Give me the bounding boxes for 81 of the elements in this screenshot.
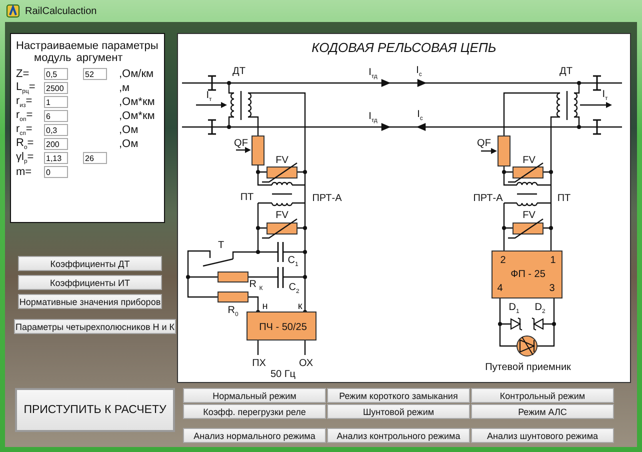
mode-button[interactable]: Режим короткого замыкания xyxy=(327,388,470,403)
circuit-label: ПТ xyxy=(557,194,571,204)
circuit-label: R $_{К}$ xyxy=(249,280,263,292)
circuit-label: ПЧ - 50/25 xyxy=(259,323,307,333)
circuit-label: ДТ xyxy=(560,67,572,77)
unit-label: ,Ом/км xyxy=(119,68,154,80)
circuit-label: 4 xyxy=(497,284,503,294)
circuit-label: Т xyxy=(218,241,224,251)
unit-label: ,Ом*км xyxy=(119,96,155,108)
diagram-title: КОДОВАЯ РЕЛЬСОВАЯ ЦЕПЬ xyxy=(310,40,498,55)
circuit-label: н xyxy=(262,302,268,312)
circuit-label: I$_{с}$ xyxy=(416,66,422,78)
side-button[interactable]: Коэффициенты ДТ xyxy=(18,256,162,271)
mode-button[interactable]: Режим АЛС xyxy=(471,404,614,419)
circuit-label: ОХ xyxy=(299,359,313,369)
mode-button[interactable]: Нормальный режим xyxy=(183,388,326,403)
argument-field[interactable]: 26 xyxy=(83,152,107,164)
parameter-label: m= xyxy=(16,166,33,178)
circuit-label: ПХ xyxy=(252,359,266,369)
circuit-label: D$_{2}$ xyxy=(534,303,546,315)
mode-button[interactable]: Контрольный режим xyxy=(471,388,614,403)
circuit-label: ПРТ-А xyxy=(312,194,342,204)
circuit-label: FV xyxy=(276,156,288,166)
panel-title: Настраиваемые параметры xyxy=(16,40,160,52)
column-heading: модуль xyxy=(34,52,72,64)
circuit-label: 1 xyxy=(550,256,556,266)
module-field[interactable]: 2500 xyxy=(44,82,68,94)
module-field[interactable]: 1 xyxy=(44,96,68,108)
analysis-button[interactable]: Анализ контрольного режима xyxy=(327,428,470,443)
circuit-label: к xyxy=(298,302,302,312)
column-heading: аргумент xyxy=(76,52,123,64)
circuit-label: I$_{тд}$ xyxy=(368,68,378,80)
circuit-label: C$_{2}$ xyxy=(288,283,300,295)
circuit-label: Путевой приемник xyxy=(485,363,571,373)
module-field[interactable]: 0,3 xyxy=(44,124,68,136)
module-field[interactable]: 200 xyxy=(44,138,68,150)
circuit-label: ДТ xyxy=(232,67,246,77)
side-button[interactable]: Коэффициенты ИТ xyxy=(18,275,162,290)
module-field[interactable]: 1,13 xyxy=(44,152,68,164)
unit-label: ,Ом xyxy=(119,138,138,150)
argument-field[interactable]: 52 xyxy=(83,68,107,80)
unit-label: ,Ом*км xyxy=(119,110,155,122)
analysis-button[interactable]: Анализ нормального режима xyxy=(183,428,326,443)
circuit-label: I$_{тд}$ xyxy=(368,112,378,124)
parameter-label: r$_{из}$= xyxy=(16,94,34,110)
window-title: RailCalculaction xyxy=(25,6,97,16)
circuit-label: I$_{т}$ xyxy=(206,91,212,103)
analysis-button[interactable]: Анализ шунтового режима xyxy=(471,428,614,443)
module-field[interactable]: 0 xyxy=(44,166,68,178)
circuit-label: R$_{0}$ xyxy=(228,306,238,318)
circuit-label: I$_{с}$ xyxy=(417,110,423,122)
module-field[interactable]: 6 xyxy=(44,110,68,122)
app-icon xyxy=(6,4,20,18)
circuit-label: ПРТ-А xyxy=(473,194,503,204)
parameter-label: R$_{о}$= xyxy=(16,136,35,152)
circuit-label: C$_{1}$ xyxy=(288,256,298,268)
parameter-label: L$_{рц}$= xyxy=(16,80,36,96)
circuit-label: 3 xyxy=(549,284,555,294)
parameter-label: r$_{оп}$= xyxy=(16,108,34,124)
side-button[interactable]: Параметры четырехполюсников Н и К xyxy=(14,319,176,334)
circuit-label: ФП - 25 xyxy=(510,270,546,280)
side-button[interactable]: Нормативные значения приборов xyxy=(18,294,162,309)
circuit-label: ПТ xyxy=(240,193,254,203)
unit-label: ,м xyxy=(119,82,130,94)
circuit-label: 2 xyxy=(500,256,506,266)
unit-label: ,Ом xyxy=(119,124,138,136)
circuit-label: 50 Гц xyxy=(270,370,296,380)
mode-button[interactable]: Коэфф. перегрузки реле xyxy=(183,404,326,419)
circuit-label: FV xyxy=(522,156,536,166)
circuit-label: FV xyxy=(276,211,288,221)
circuit-label: D$_{1}$ xyxy=(508,303,520,315)
start-button[interactable]: ПРИСТУПИТЬ К РАСЧЕТУ xyxy=(15,388,175,432)
circuit-label: QF xyxy=(234,139,248,149)
parameter-label: Z= xyxy=(16,68,30,80)
parameter-label: r$_{сп}$= xyxy=(16,122,34,138)
circuit-label: FV xyxy=(522,211,536,221)
parameter-label: γl$_{р}$= xyxy=(16,150,35,166)
mode-button[interactable]: Шунтовой режим xyxy=(327,404,470,419)
circuit-label: QF xyxy=(477,139,491,149)
module-field[interactable]: 0,5 xyxy=(44,68,68,80)
circuit-label: I$_{т}$ xyxy=(602,90,608,102)
